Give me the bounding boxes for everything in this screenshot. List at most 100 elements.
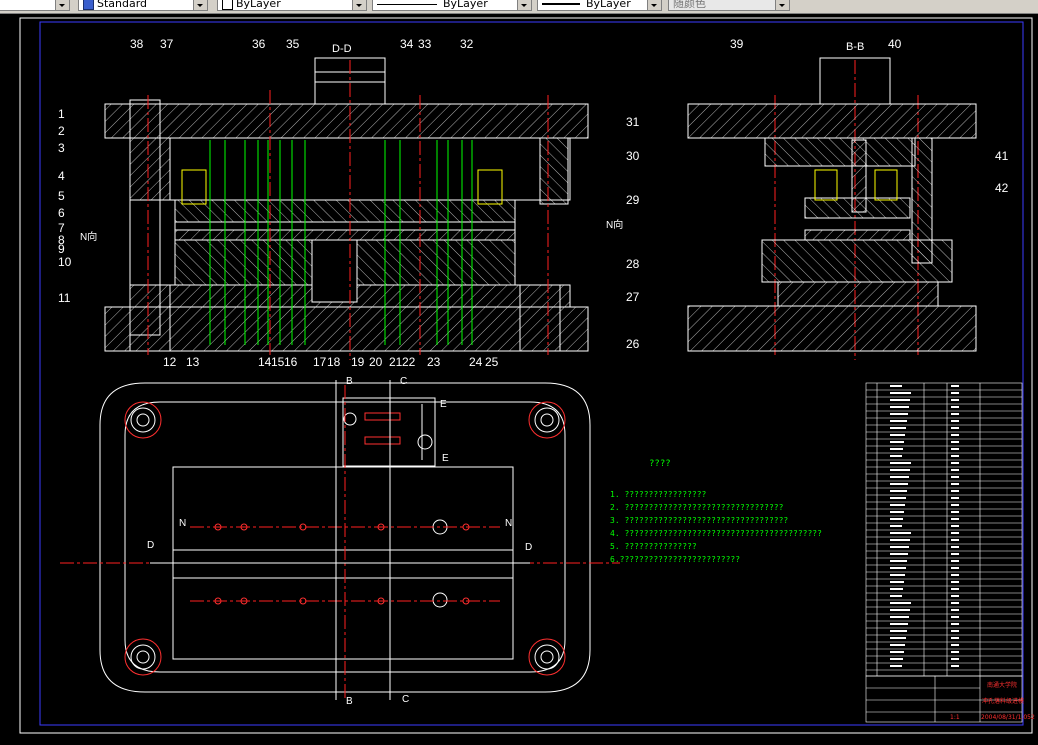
side-section-view [687,57,977,352]
parts-list-cell-text [890,560,907,562]
parts-list-cell-text [890,504,905,506]
mark-c-top: C [400,376,407,387]
callout-13: 13 [186,355,200,369]
parts-list-cell-text [951,595,959,597]
parts-list-cell-text [951,469,959,471]
callout-10: 10 [58,255,72,269]
title-block-name: 冲孔落料级进模 [982,697,1024,705]
callout-33: 33 [418,37,432,51]
parts-list-cell-text [890,588,903,590]
note-line: 2. ????????????????????????????????? [610,503,784,512]
chevron-down-icon[interactable] [352,0,366,10]
parts-list-cell-text [951,441,959,443]
layer-dropdown[interactable]: ByLayer [217,0,367,11]
parts-list-cell-text [951,497,959,499]
parts-list-cell-text [951,448,959,450]
parts-list-cell-text [951,609,959,611]
callout-30: 30 [626,149,640,163]
mark-e-top: E [440,399,447,410]
parts-list-cell-text [951,644,959,646]
notes-title: ???? [649,459,671,469]
mark-d-left: D [147,540,154,551]
callout-22: 22 [402,355,416,369]
parts-list-cell-text [951,658,959,660]
parts-list-cell-text [890,497,906,499]
parts-list-cell-text [890,644,905,646]
callout-15: 15 [271,355,285,369]
callout-14: 14 [258,355,272,369]
linetype-dropdown[interactable]: ByLayer [372,0,532,11]
n-direction-left: N向 [80,230,97,243]
parts-list-cell-text [951,588,959,590]
chevron-down-icon[interactable] [775,0,789,10]
parts-list-cell-text [890,441,904,443]
callout-17: 17 [313,355,327,369]
parts-list-cell-text [890,623,908,625]
parts-list-cell-text [951,560,959,562]
parts-list-cell-text [890,581,904,583]
parts-list-cell-text [951,539,959,541]
drawing-canvas[interactable]: D-D B-B N向 N向 1 2 3 4 5 6 7 8 9 10 11 12 13 14 15 16 17 1… [0,14,1038,745]
parts-list-frame [865,382,1023,677]
parts-list-cell-text [951,574,959,576]
plot-style-dropdown[interactable]: 随颜色 [668,0,790,11]
front-section-view [104,57,589,352]
parts-list-cell-text [890,616,909,618]
parts-list-cell-text [890,399,910,401]
parts-list-cell-text [951,623,959,625]
parts-list-cell-text [951,420,959,422]
text-style-dropdown[interactable]: Standard [78,0,208,11]
parts-list-cell-text [890,651,904,653]
title-block-number: 2004/08/31/1.052 [981,714,1035,721]
parts-list-cell-text [890,630,907,632]
chevron-down-icon[interactable] [647,0,661,10]
callout-9: 9 [58,242,65,256]
callout-11: 11 [58,291,71,305]
callout-4: 4 [58,169,65,183]
chevron-down-icon[interactable] [193,0,207,10]
callout-29: 29 [626,193,640,207]
parts-list-cell-text [951,392,959,394]
parts-list-cell-text [951,553,959,555]
mark-b-bottom: B [346,696,353,707]
callout-23: 23 [427,355,441,369]
callout-19: 19 [351,355,365,369]
parts-list-cell-text [890,546,909,548]
lineweight-dropdown[interactable]: ByLayer [537,0,662,11]
mark-c-bottom: C [402,694,409,705]
callout-41: 41 [995,149,1009,163]
previous-dropdown[interactable] [0,0,70,11]
parts-list-cell-text [890,490,907,492]
parts-list-cell-text [890,385,902,387]
parts-list-cell-text [951,399,959,401]
mark-b-top: B [346,376,353,387]
section-label-dd: D-D [332,43,352,55]
callout-35: 35 [286,37,300,51]
note-line: 4. ?????????????????????????????????????… [610,529,822,538]
properties-toolbar: Standard ByLayer ByLayer ByLayer 随颜色 [0,0,1038,14]
parts-list-cell-text [890,574,905,576]
parts-list-cell-text [951,504,959,506]
parts-list-table [865,382,1023,677]
parts-list-cell-text [951,462,959,464]
callout-12: 12 [163,355,177,369]
parts-list-cell-text [890,406,909,408]
title-block-scale: 1:1 [950,714,960,721]
callout-39: 39 [730,37,744,51]
chevron-down-icon[interactable] [517,0,531,10]
callout-34: 34 [400,37,414,51]
parts-list-cell-text [951,455,959,457]
cad-drawing: D-D B-B N向 N向 123456789101112 13 14 15 16 17 1… [19,17,1035,734]
plan-section-lines [150,380,530,700]
chevron-down-icon[interactable] [55,0,69,10]
callout-28: 28 [626,257,640,271]
parts-list-cell-text [890,539,910,541]
parts-list-cell-text [890,427,906,429]
callout-38: 38 [130,37,144,51]
callout-24: 24 [469,355,483,369]
callout-20: 20 [369,355,383,369]
parts-list-cell-text [951,476,959,478]
parts-list-cell-text [890,567,906,569]
parts-list-cell-text [951,434,959,436]
title-block-school: 南通大学院 [987,681,1017,689]
